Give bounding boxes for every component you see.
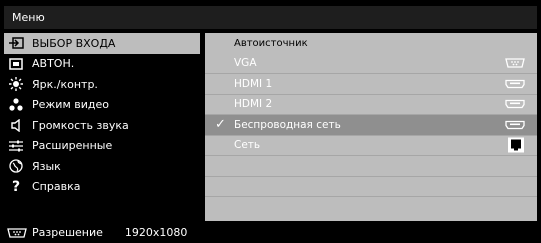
language-globe-icon — [8, 159, 24, 173]
auto-adjust-icon — [8, 57, 24, 71]
submenu-item-label: HDMI 2 — [234, 98, 273, 111]
menu-item-auto-adjust[interactable]: АВТОН. — [4, 54, 200, 75]
submenu-item-empty — [205, 197, 537, 218]
submenu-item-label: Сеть — [234, 139, 261, 152]
brightness-icon — [8, 77, 24, 92]
menu-item-video-mode[interactable]: Режим видео — [4, 95, 200, 116]
menu-item-label: Ярк./контр. — [32, 77, 98, 91]
video-mode-icon — [8, 98, 24, 112]
menu-item-input-select[interactable]: ВЫБОР ВХОДА — [4, 33, 200, 54]
menu-item-label: АВТОН. — [32, 57, 75, 71]
input-select-submenu: Автоисточник VGA HDMI 1 HDMI 2 ✓ Беспров… — [205, 33, 537, 221]
menu-item-language[interactable]: Язык — [4, 156, 200, 177]
vga-port-icon — [505, 58, 525, 68]
hdmi-port-icon — [505, 100, 525, 109]
submenu-item-label: HDMI 1 — [234, 77, 273, 90]
vga-port-icon — [7, 227, 27, 238]
resolution-label: Разрешение — [32, 226, 103, 239]
osd-menu: Меню ВЫБОР ВХОДА АВТОН. Ярк./контр. Режи… — [0, 0, 541, 243]
hdmi-port-icon — [505, 120, 525, 129]
menu-item-advanced[interactable]: Расширенные — [4, 136, 200, 157]
menu-item-brightness-contrast[interactable]: Ярк./контр. — [4, 74, 200, 95]
menu-item-label: Режим видео — [32, 98, 109, 112]
submenu-item-auto-source[interactable]: Автоисточник — [205, 33, 537, 54]
check-icon: ✓ — [215, 117, 226, 132]
submenu-item-hdmi2[interactable]: HDMI 2 — [205, 95, 537, 115]
submenu-item-hdmi1[interactable]: HDMI 1 — [205, 74, 537, 95]
submenu-item-vga[interactable]: VGA — [205, 54, 537, 74]
submenu-item-label: VGA — [234, 57, 257, 70]
submenu-item-empty — [205, 177, 537, 197]
status-footer: Разрешение 1920x1080 — [4, 224, 537, 241]
submenu-item-network[interactable]: Сеть — [205, 136, 537, 156]
menu-item-label: Язык — [32, 159, 61, 173]
menu-item-label: Расширенные — [32, 139, 113, 153]
advanced-settings-icon — [8, 139, 24, 153]
menu-item-volume[interactable]: Громкость звука — [4, 115, 200, 136]
main-menu: ВЫБОР ВХОДА АВТОН. Ярк./контр. Режим вид… — [4, 33, 200, 221]
submenu-header-label: Автоисточник — [234, 37, 308, 49]
hdmi-port-icon — [505, 79, 525, 88]
menu-item-label: Громкость звука — [32, 118, 129, 132]
help-icon: ? — [11, 178, 21, 195]
speaker-icon — [8, 118, 24, 132]
menu-item-help[interactable]: ? Справка — [4, 177, 200, 198]
menu-item-label: ВЫБОР ВХОДА — [32, 36, 116, 50]
menu-item-label: Справка — [32, 180, 81, 194]
menu-title: Меню — [4, 6, 537, 29]
submenu-item-label: Беспроводная сеть — [234, 118, 341, 131]
submenu-item-empty — [205, 156, 537, 177]
submenu-item-wireless[interactable]: ✓ Беспроводная сеть — [205, 115, 537, 136]
network-port-icon — [507, 137, 525, 154]
input-icon — [8, 36, 24, 50]
resolution-value: 1920x1080 — [124, 226, 188, 239]
